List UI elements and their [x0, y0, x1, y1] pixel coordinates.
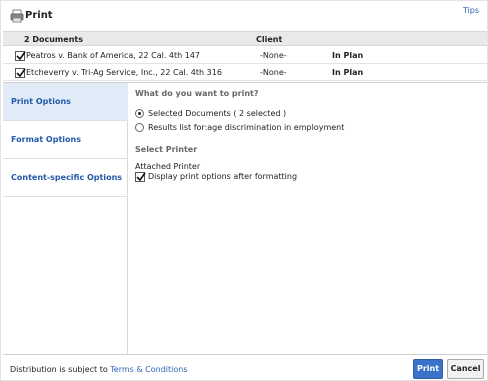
print-button[interactable]: Print [413, 359, 443, 379]
document-checkbox[interactable] [15, 68, 26, 78]
document-name: Etcheverry v. Tri-Ag Service, Inc., 22 C… [26, 68, 222, 77]
tab-label: Format Options [11, 135, 81, 144]
document-client: -None- [260, 68, 287, 77]
display-options-checkbox[interactable] [135, 172, 146, 182]
terms-link[interactable]: Terms & Conditions [110, 365, 187, 374]
tab-format-options[interactable]: Format Options [3, 121, 128, 159]
document-client: -None- [260, 51, 287, 60]
documents-count-header: 2 Documents [24, 35, 83, 44]
document-plan-status: In Plan [332, 51, 364, 60]
distribution-text: Distribution is subject to [10, 365, 108, 374]
document-name: Peatros v. Bank of America, 22 Cal. 4th … [26, 51, 201, 60]
print-options-panel: What do you want to print? Selected Docu… [129, 83, 485, 354]
printer-icon [10, 9, 24, 23]
dialog-title: Print [25, 10, 53, 21]
options-sidebar: Print Options Format Options Content-spe… [3, 83, 128, 354]
radio-label: Results list for:age discrimination in e… [148, 123, 345, 132]
table-row: Peatros v. Bank of America, 22 Cal. 4th … [3, 48, 487, 64]
display-options-label: Display print options after formatting [148, 172, 298, 181]
select-printer-heading: Select Printer [135, 145, 198, 154]
printer-name: Attached Printer [135, 162, 201, 171]
radio-button[interactable] [135, 109, 144, 118]
document-plan-status: In Plan [332, 68, 364, 77]
tab-label: Print Options [11, 97, 71, 106]
documents-table-header: 2 Documents Client [3, 31, 487, 46]
tips-link[interactable]: Tips [463, 6, 479, 15]
footer-divider [3, 354, 487, 355]
cancel-button[interactable]: Cancel [447, 359, 484, 379]
client-column-header: Client [256, 35, 283, 44]
document-checkbox[interactable] [15, 51, 26, 61]
radio-label: Selected Documents ( 2 selected ) [148, 109, 287, 118]
radio-button[interactable] [135, 123, 144, 132]
table-row: Etcheverry v. Tri-Ag Service, Inc., 22 C… [3, 65, 487, 81]
tab-print-options[interactable]: Print Options [3, 83, 128, 121]
tab-label: Content-specific Options [11, 173, 123, 182]
print-question-heading: What do you want to print? [135, 89, 259, 98]
tab-content-specific-options[interactable]: Content-specific Options [3, 159, 128, 197]
print-dialog: Print Tips 2 Documents Client Peatros v.… [0, 0, 488, 381]
title-bar: Print Tips [1, 1, 487, 30]
distribution-notice: Distribution is subject to Terms & Condi… [10, 365, 188, 374]
